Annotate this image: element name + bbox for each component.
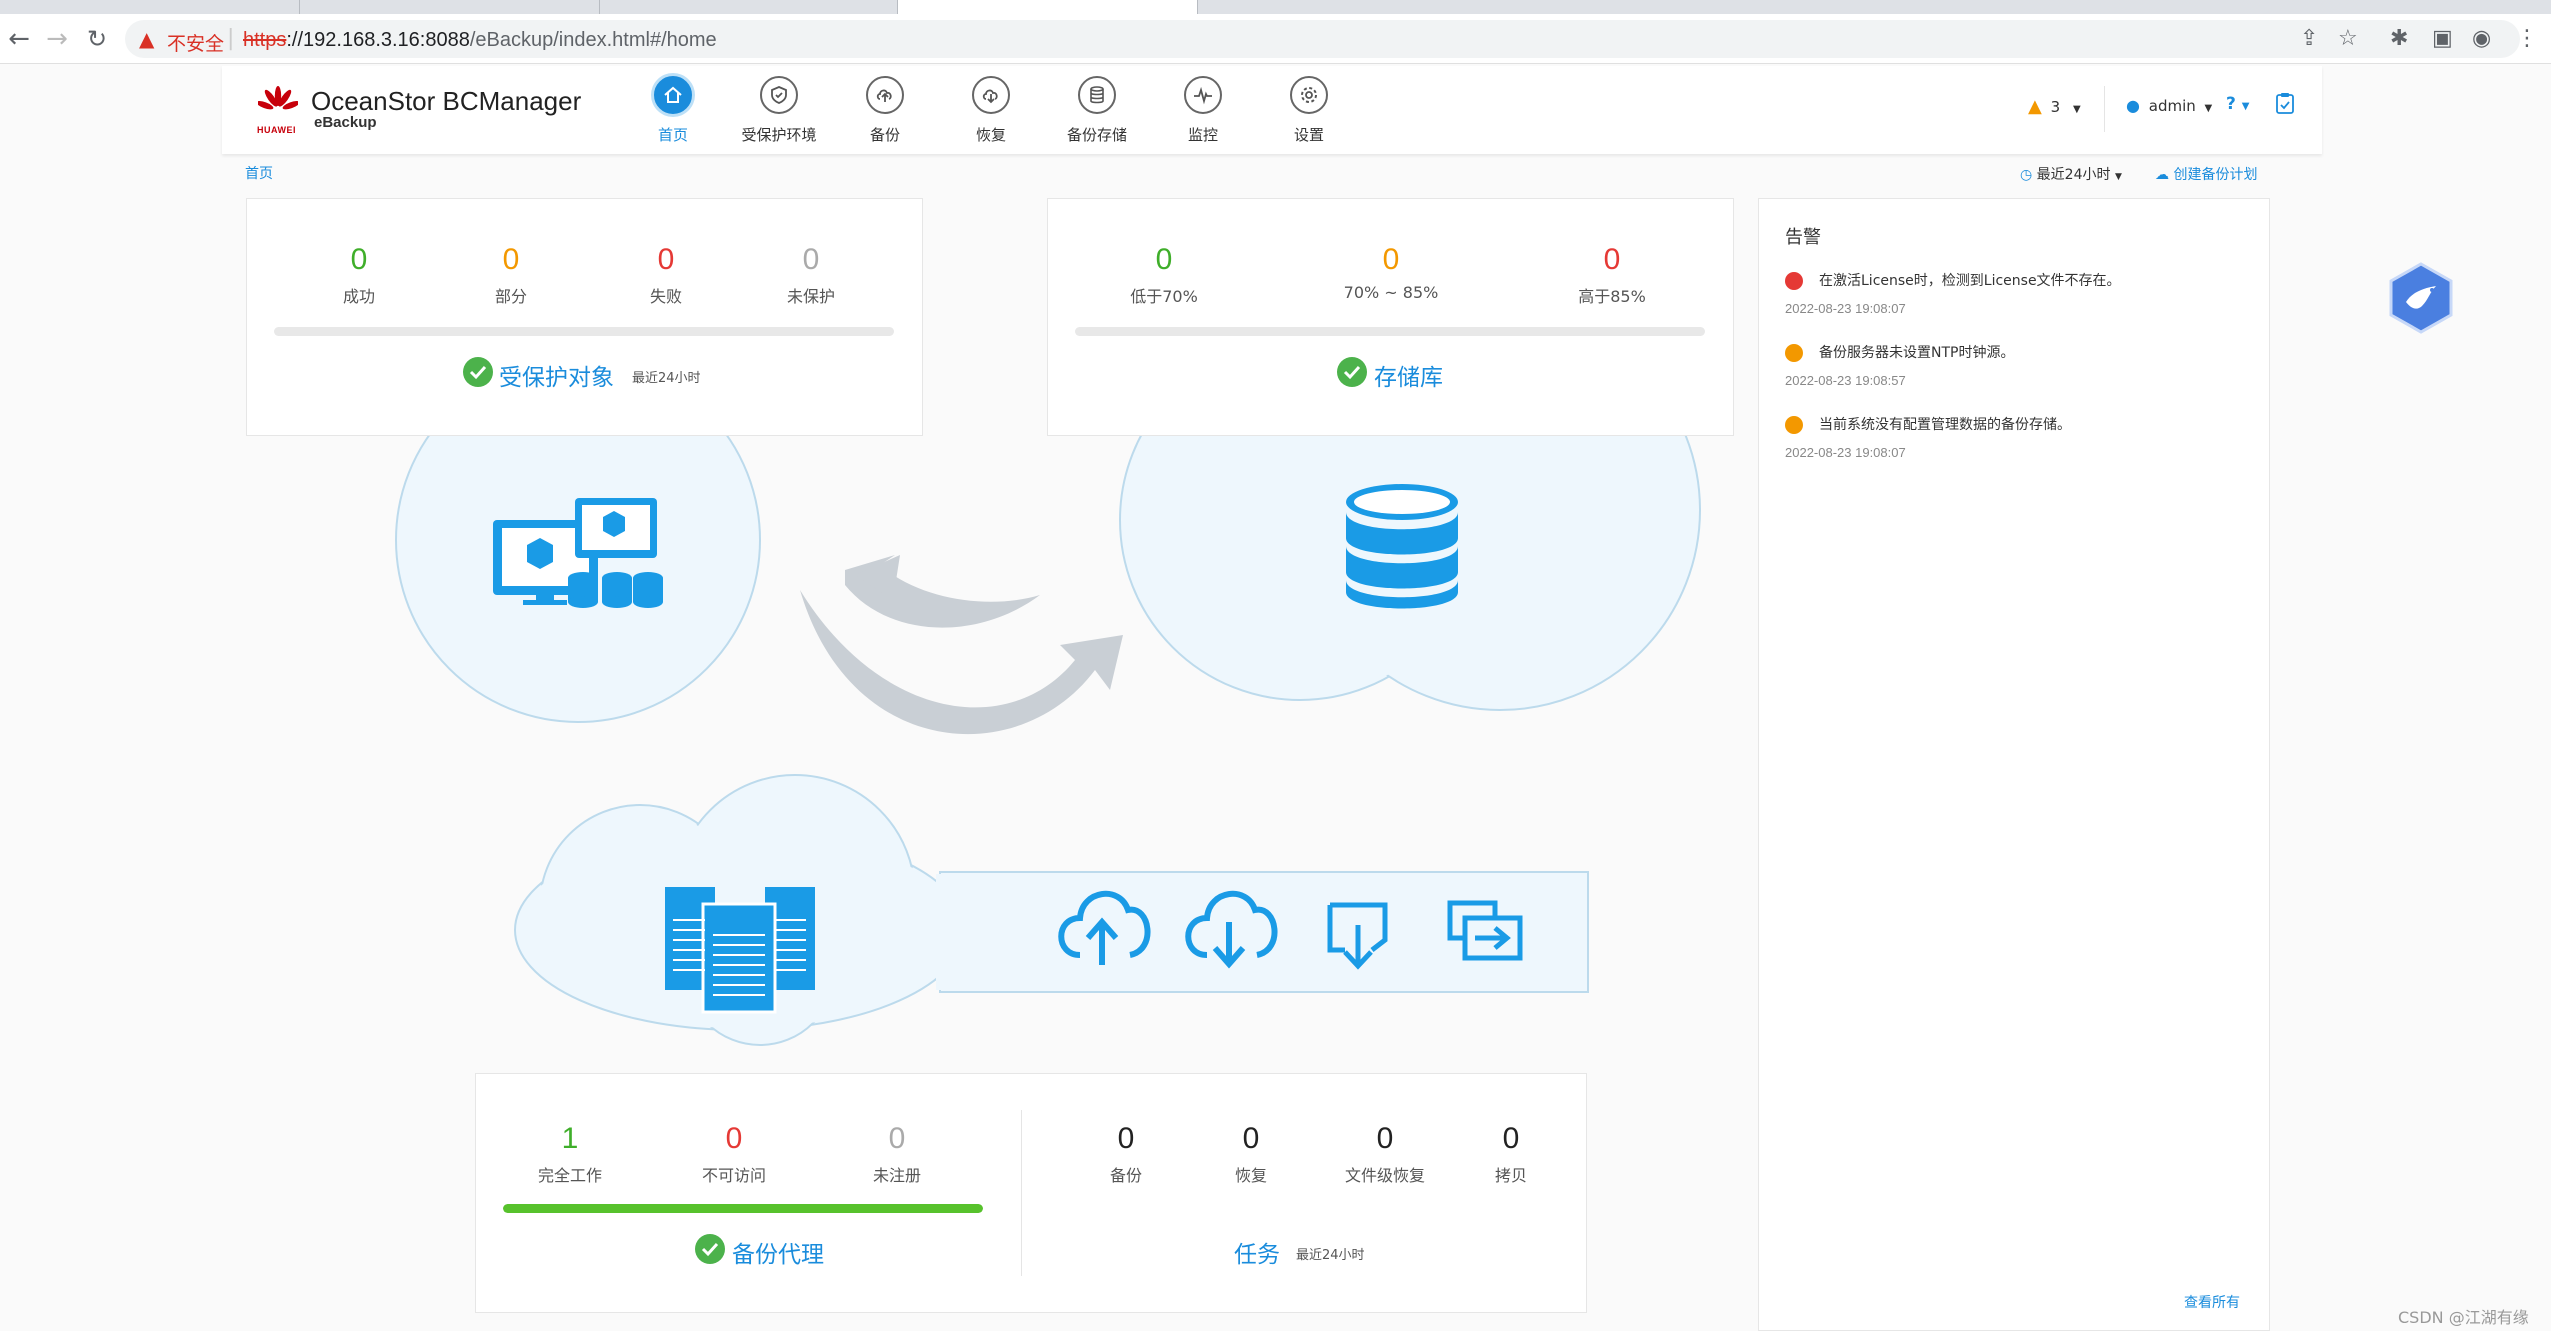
stat-value: 0 bbox=[725, 1122, 743, 1155]
stat-label: 成功 bbox=[342, 287, 375, 306]
stat-value: 0 bbox=[1155, 243, 1173, 276]
alert-text: 在激活License时，检测到License文件不存在。 bbox=[1819, 273, 2121, 289]
card-divider bbox=[1021, 1110, 1022, 1276]
critical-alert-icon bbox=[1785, 272, 1803, 290]
feedback-bird-icon[interactable] bbox=[2388, 262, 2454, 334]
stat-label: 不可访问 bbox=[701, 1166, 766, 1185]
alert-time: 2022-08-23 19:08:07 bbox=[1785, 301, 1906, 316]
stat-task-restore[interactable]: 0 恢复 bbox=[1201, 1122, 1301, 1186]
stat-failed[interactable]: 0 失败 bbox=[596, 243, 736, 307]
stat-label: 部分 bbox=[494, 287, 527, 306]
stat-label: 备份 bbox=[1109, 1166, 1142, 1185]
stat-value: 0 bbox=[1242, 1122, 1260, 1155]
stat-label: 高于85% bbox=[1578, 287, 1646, 306]
check-circle-icon bbox=[695, 1234, 725, 1264]
stat-value: 0 bbox=[350, 243, 368, 276]
tasks-title[interactable]: 任务 bbox=[1234, 1235, 1280, 1269]
strip-join bbox=[936, 874, 942, 990]
alerts-title: 告警 bbox=[1785, 227, 1821, 248]
protected-objects-card: 0 成功 0 部分 0 失败 0 未保护 受保护对象 最近24小时 bbox=[246, 198, 923, 436]
stat-label: 未注册 bbox=[872, 1166, 921, 1185]
tasks-sub: 最近24小时 bbox=[1296, 1248, 1365, 1263]
stat-task-copy[interactable]: 0 拷贝 bbox=[1461, 1122, 1561, 1186]
stat-value: 0 bbox=[1502, 1122, 1520, 1155]
major-alert-icon bbox=[1785, 416, 1803, 434]
stat-label: 完全工作 bbox=[537, 1166, 602, 1185]
protected-objects-title[interactable]: 受保护对象 bbox=[499, 358, 614, 392]
storage-card: 0 低于70% 0 70% ~ 85% 0 高于85% 存储库 bbox=[1047, 198, 1734, 436]
stat-partial[interactable]: 0 部分 bbox=[441, 243, 581, 307]
stat-value: 0 bbox=[502, 243, 520, 276]
stat-task-backup[interactable]: 0 备份 bbox=[1076, 1122, 1176, 1186]
proxy-progress-bar bbox=[503, 1204, 983, 1213]
stat-value: 1 bbox=[561, 1122, 579, 1155]
view-all-alerts-link[interactable]: 查看所有 bbox=[2184, 1292, 2240, 1312]
stat-unreachable[interactable]: 0 不可访问 bbox=[664, 1122, 804, 1186]
arc-arrow-left bbox=[845, 555, 1040, 628]
stat-label: 恢复 bbox=[1234, 1166, 1267, 1185]
alert-text: 当前系统没有配置管理数据的备份存储。 bbox=[1819, 417, 2071, 433]
backup-proxy-title[interactable]: 备份代理 bbox=[732, 1235, 824, 1269]
protected-objects-sub: 最近24小时 bbox=[632, 371, 701, 386]
stat-label: 文件级恢复 bbox=[1344, 1166, 1425, 1185]
progress-fill bbox=[503, 1204, 983, 1213]
storage-progress-bar bbox=[1075, 327, 1705, 336]
storage-title[interactable]: 存储库 bbox=[1374, 358, 1443, 392]
stat-label: 70% ~ 85% bbox=[1343, 283, 1439, 302]
stat-value: 0 bbox=[802, 243, 820, 276]
stat-label: 拷贝 bbox=[1494, 1166, 1527, 1185]
stat-unregistered[interactable]: 0 未注册 bbox=[827, 1122, 967, 1186]
stat-value: 0 bbox=[888, 1122, 906, 1155]
alert-time: 2022-08-23 19:08:07 bbox=[1785, 445, 1906, 460]
stat-label: 未保护 bbox=[786, 287, 835, 306]
stat-value: 0 bbox=[1603, 243, 1621, 276]
stat-unprotected[interactable]: 0 未保护 bbox=[741, 243, 881, 307]
stat-task-file-restore[interactable]: 0 文件级恢复 bbox=[1310, 1122, 1460, 1186]
protected-progress-bar bbox=[274, 327, 894, 336]
stat-70-85[interactable]: 0 70% ~ 85% bbox=[1311, 243, 1471, 302]
alert-time: 2022-08-23 19:08:57 bbox=[1785, 373, 1906, 388]
stat-value: 0 bbox=[657, 243, 675, 276]
check-circle-icon bbox=[1337, 357, 1367, 387]
stat-above-85[interactable]: 0 高于85% bbox=[1542, 243, 1682, 307]
stat-value: 0 bbox=[1382, 243, 1400, 276]
stat-label: 失败 bbox=[649, 287, 682, 306]
major-alert-icon bbox=[1785, 344, 1803, 362]
stat-label: 低于70% bbox=[1130, 287, 1198, 306]
proxy-tasks-card: 1 完全工作 0 不可访问 0 未注册 备份代理 0 备份 0 恢复 0 文件级… bbox=[475, 1073, 1587, 1313]
stat-fully-working[interactable]: 1 完全工作 bbox=[500, 1122, 640, 1186]
stat-value: 0 bbox=[1376, 1122, 1394, 1155]
stat-success[interactable]: 0 成功 bbox=[289, 243, 429, 307]
watermark: CSDN @江湖有缘 bbox=[2398, 1308, 2529, 1327]
stat-below-70[interactable]: 0 低于70% bbox=[1094, 243, 1234, 307]
alert-text: 备份服务器未设置NTP时钟源。 bbox=[1819, 345, 2015, 361]
alerts-panel: 告警 在激活License时，检测到License文件不存在。 2022-08-… bbox=[1758, 198, 2270, 1331]
stat-value: 0 bbox=[1117, 1122, 1135, 1155]
check-circle-icon bbox=[463, 357, 493, 387]
